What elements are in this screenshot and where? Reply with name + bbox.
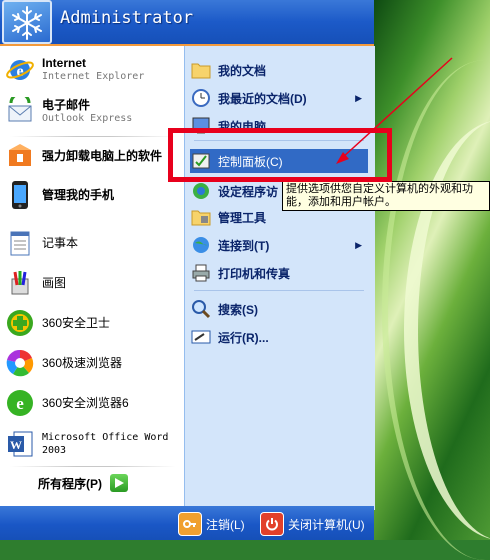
annotation-arrow <box>336 57 453 164</box>
